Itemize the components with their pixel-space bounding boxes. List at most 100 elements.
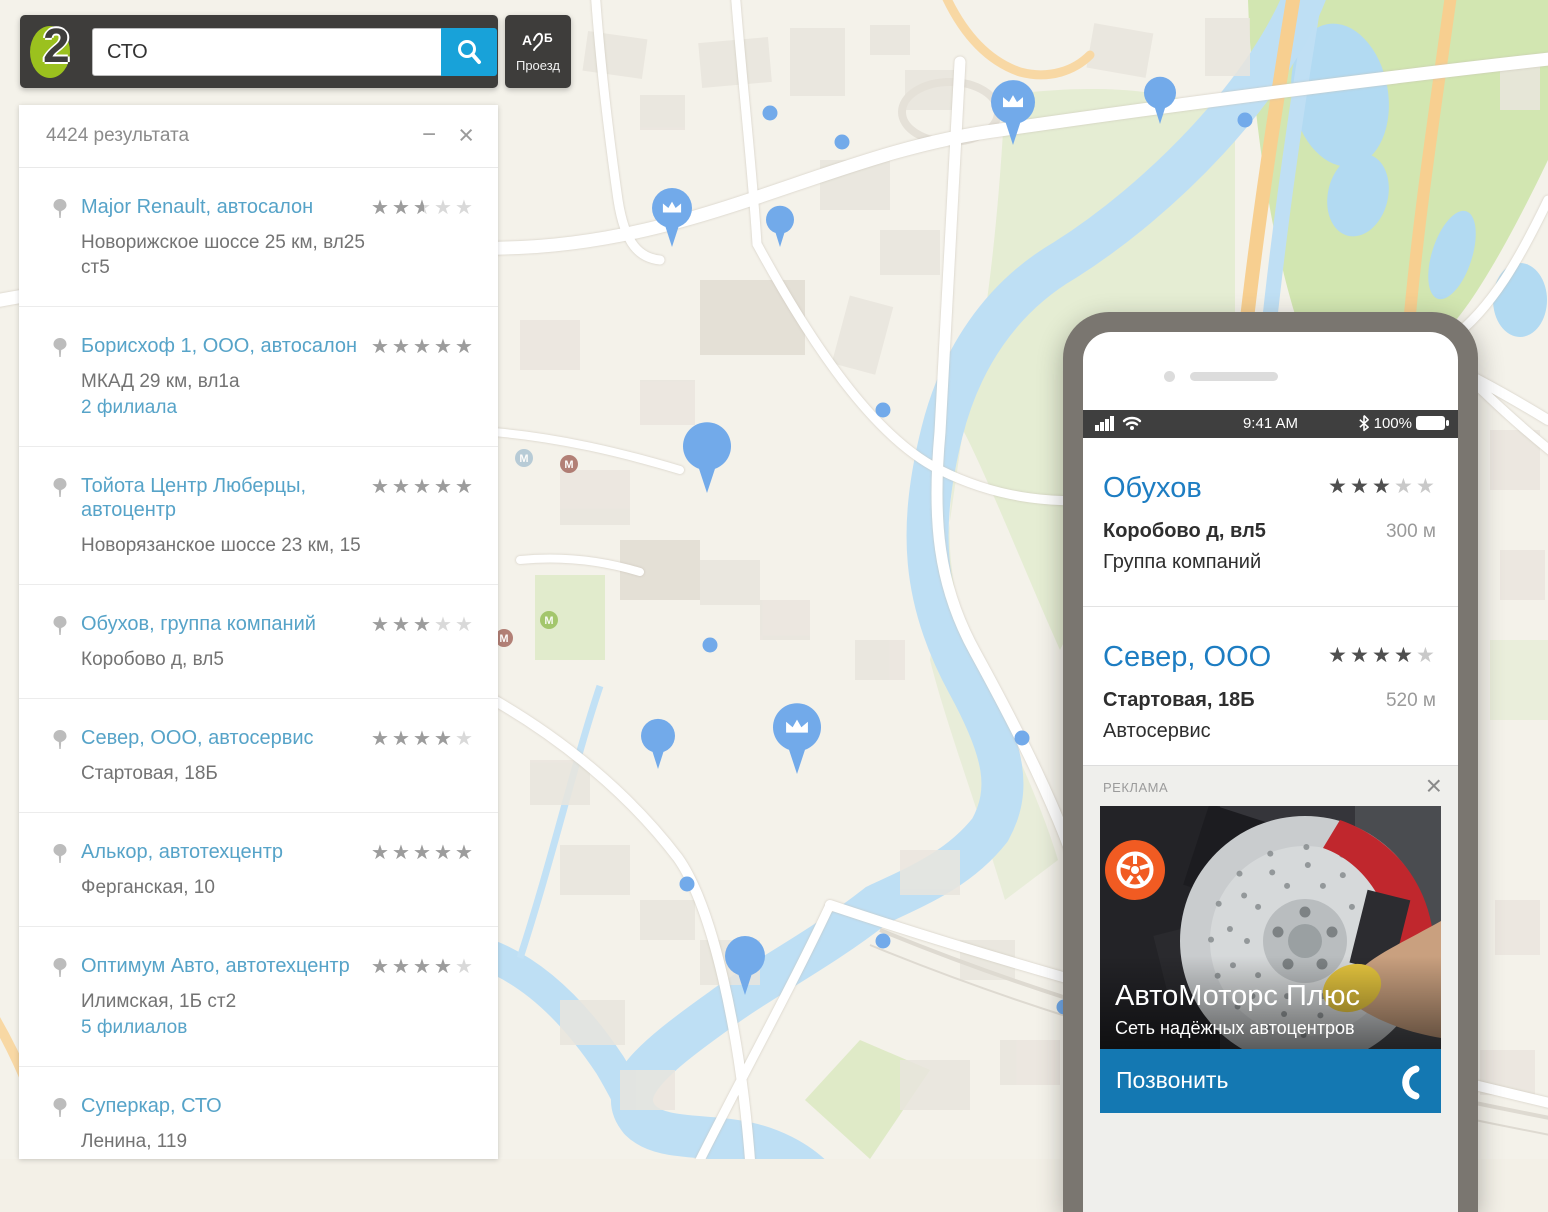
rating-stars: ★★★★★★★★★★ bbox=[371, 960, 476, 977]
ad-section: РЕКЛАМА × bbox=[1083, 765, 1458, 1212]
result-item[interactable]: Major Renault, автосалон Новорижское шосс… bbox=[19, 168, 498, 307]
phone-status-bar: 9:41 AM 100% bbox=[1083, 410, 1458, 438]
search-input[interactable] bbox=[92, 28, 455, 76]
phone-speaker bbox=[1190, 372, 1278, 381]
pin-icon bbox=[53, 616, 67, 636]
battery-icon bbox=[1416, 415, 1450, 431]
result-address: Новорижское шоссе 25 км, вл25 ст5 bbox=[81, 230, 378, 280]
ad-close-icon[interactable]: × bbox=[1426, 770, 1442, 802]
result-address: Стартовая, 18Б bbox=[81, 761, 378, 786]
ad-call-label: Позвонить bbox=[1116, 1067, 1228, 1094]
transit-button[interactable]: А Б Проезд bbox=[505, 15, 571, 88]
close-icon[interactable]: × bbox=[458, 105, 474, 167]
pin-icon bbox=[53, 958, 67, 978]
phone-results-list: Обухов★★★★★★★★★★Коробово д, вл5300 мГруп… bbox=[1083, 438, 1458, 776]
pin-icon bbox=[53, 844, 67, 864]
map-dot[interactable] bbox=[1238, 113, 1253, 128]
phone-screen: 9:41 AM 100% Обухов★★★★★★★★★★Коробово д,… bbox=[1083, 332, 1458, 1212]
phone-result-item[interactable]: Север, ООО★★★★★★★★★★Стартовая, 18Б520 мА… bbox=[1083, 607, 1458, 776]
pin-icon bbox=[53, 478, 67, 498]
rating-stars: ★★★★★★★★★★ bbox=[371, 201, 476, 218]
map-dot[interactable] bbox=[680, 877, 695, 892]
results-count: 4424 результата bbox=[46, 105, 189, 167]
result-item[interactable]: Суперкар, СТОЛенина, 119 bbox=[19, 1067, 498, 1159]
result-address: Новорязанское шоссе 23 км, 15 bbox=[81, 533, 378, 558]
map-dot[interactable] bbox=[835, 135, 850, 150]
ad-card[interactable]: АвтоМоторс Плюс Сеть надёжных автоцентро… bbox=[1100, 806, 1441, 1113]
search-icon bbox=[455, 38, 483, 66]
pin-icon bbox=[53, 199, 67, 219]
rating-stars: ★★★★★★★★★★ bbox=[1328, 649, 1438, 666]
result-address: Ферганская, 10 bbox=[81, 875, 378, 900]
phone-result-address: Стартовая, 18Б bbox=[1103, 689, 1255, 712]
result-title-link[interactable]: Major Renault, автосалон bbox=[81, 195, 378, 219]
phone-result-rating: ★★★★★★★★★★ bbox=[1328, 645, 1438, 667]
rating-stars: ★★★★★★★★★★ bbox=[371, 846, 476, 863]
route-ab-icon: А Б bbox=[521, 30, 555, 56]
map-dot[interactable] bbox=[763, 106, 778, 121]
result-branches-link[interactable]: 2 филиала bbox=[81, 395, 378, 420]
bluetooth-icon bbox=[1358, 414, 1370, 432]
ad-label: РЕКЛАМА bbox=[1103, 780, 1168, 795]
results-panel-header: 4424 результата − × bbox=[19, 105, 498, 168]
rating-stars: ★★★★★★★★★★ bbox=[371, 480, 476, 497]
results-panel: 4424 результата − × Major Renault, автос… bbox=[19, 105, 498, 1159]
result-title-link[interactable]: Север, ООО, автосервис bbox=[81, 726, 378, 750]
map-dot[interactable] bbox=[1015, 731, 1030, 746]
ad-text-block: АвтоМоторс Плюс Сеть надёжных автоцентро… bbox=[1115, 979, 1360, 1039]
result-branches-link[interactable]: 5 филиалов bbox=[81, 1015, 378, 1040]
search-bar: 2 bbox=[20, 15, 498, 88]
minimize-icon[interactable]: − bbox=[422, 105, 436, 167]
result-rating: ★★★★★★★★★★ bbox=[371, 197, 476, 219]
pin-icon bbox=[53, 338, 67, 358]
result-title-link[interactable]: Оптимум Авто, автотехцентр bbox=[81, 954, 378, 978]
svg-text:А: А bbox=[522, 32, 532, 48]
map-dot[interactable] bbox=[876, 934, 891, 949]
result-item[interactable]: Алькор, автотехцентр Ферганская, 10 ★★★★★★… bbox=[19, 813, 498, 927]
ad-call-button[interactable]: Позвонить bbox=[1100, 1049, 1441, 1113]
result-item[interactable]: Оптимум Авто, автотехцентр Илимская, 1Б с… bbox=[19, 927, 498, 1067]
result-item[interactable]: Обухов, группа компаний Коробово д, вл5 ★★… bbox=[19, 585, 498, 699]
result-title-link[interactable]: Суперкар, СТО bbox=[81, 1094, 378, 1118]
app-logo[interactable]: 2 bbox=[30, 23, 80, 80]
result-title-link[interactable]: Борисхоф 1, ООО, автосалон bbox=[81, 334, 378, 358]
phone-mockup: 9:41 AM 100% Обухов★★★★★★★★★★Коробово д,… bbox=[1063, 312, 1478, 1212]
metro-station-icon[interactable]: М bbox=[515, 449, 533, 467]
result-title-link[interactable]: Алькор, автотехцентр bbox=[81, 840, 378, 864]
result-address: Коробово д, вл5 bbox=[81, 647, 378, 672]
logo-digit: 2 bbox=[43, 19, 70, 74]
pin-icon bbox=[53, 1098, 67, 1118]
result-item[interactable]: Борисхоф 1, ООО, автосалон МКАД 29 км, вл… bbox=[19, 307, 498, 447]
phone-handset-icon bbox=[1389, 1063, 1423, 1101]
result-rating: ★★★★★★★★★★ bbox=[371, 842, 476, 864]
rating-stars: ★★★★★★★★★★ bbox=[1328, 480, 1438, 497]
svg-text:М: М bbox=[544, 615, 553, 627]
result-title-link[interactable]: Тойота Центр Люберцы, автоцентр bbox=[81, 474, 378, 522]
result-item[interactable]: Тойота Центр Люберцы, автоцентр Новорязан… bbox=[19, 447, 498, 585]
transit-button-label: Проезд bbox=[516, 58, 560, 73]
svg-text:Б: Б bbox=[544, 31, 553, 45]
phone-result-category: Группа компаний bbox=[1103, 551, 1436, 606]
rating-stars: ★★★★★★★★★★ bbox=[371, 340, 476, 357]
result-rating: ★★★★★★★★★★ bbox=[371, 476, 476, 498]
map-dot[interactable] bbox=[876, 403, 891, 418]
pin-icon bbox=[53, 730, 67, 750]
metro-station-icon[interactable]: М bbox=[560, 455, 578, 473]
phone-result-distance: 520 м bbox=[1386, 690, 1436, 712]
status-battery-percent: 100% bbox=[1374, 415, 1412, 432]
result-rating: ★★★★★★★★★★ bbox=[371, 956, 476, 978]
result-title-link[interactable]: Обухов, группа компаний bbox=[81, 612, 378, 636]
phone-result-item[interactable]: Обухов★★★★★★★★★★Коробово д, вл5300 мГруп… bbox=[1083, 438, 1458, 607]
result-rating: ★★★★★★★★★★ bbox=[371, 728, 476, 750]
rating-stars: ★★★★★★★★★★ bbox=[371, 618, 476, 635]
phone-camera-dot bbox=[1164, 371, 1175, 382]
result-address: Илимская, 1Б ст2 bbox=[81, 989, 378, 1014]
result-address: МКАД 29 км, вл1а bbox=[81, 369, 378, 394]
map-dot[interactable] bbox=[703, 638, 718, 653]
svg-text:М: М bbox=[499, 633, 508, 645]
search-button[interactable] bbox=[441, 28, 497, 76]
rating-stars: ★★★★★★★★★★ bbox=[371, 732, 476, 749]
result-item[interactable]: Север, ООО, автосервис Стартовая, 18Б ★★★★… bbox=[19, 699, 498, 813]
metro-station-icon[interactable]: М bbox=[540, 611, 558, 629]
result-rating: ★★★★★★★★★★ bbox=[371, 336, 476, 358]
